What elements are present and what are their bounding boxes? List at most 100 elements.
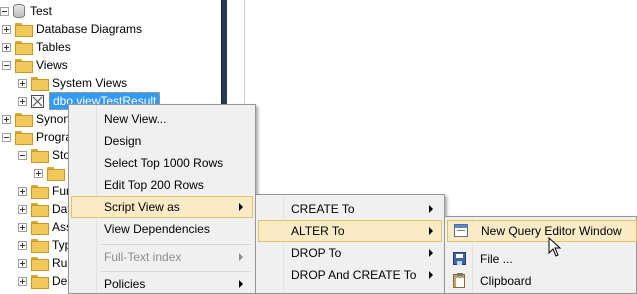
tree-node-programmability[interactable]: Progra	[2, 128, 72, 146]
expand-icon[interactable]	[18, 186, 27, 196]
menu-item-drop-to[interactable]: DROP To	[258, 242, 442, 264]
tree-node-test[interactable]: Test	[0, 2, 52, 20]
expand-icon[interactable]	[18, 78, 27, 88]
submenu-arrow-icon	[239, 203, 243, 211]
expand-icon[interactable]	[2, 24, 11, 34]
tree-node-database-diagrams[interactable]: Database Diagrams	[2, 20, 142, 38]
tree-node-label: Views	[36, 58, 68, 72]
tree-node-label: De	[52, 274, 68, 288]
folder-icon	[15, 131, 33, 145]
menu-item-select-top-1000[interactable]: Select Top 1000 Rows	[71, 152, 253, 174]
folder-icon	[15, 41, 33, 55]
expand-icon[interactable]	[18, 276, 27, 286]
menu-item-label: Design	[104, 134, 142, 148]
tree-node-stored-procedures[interactable]: Sto	[18, 146, 70, 164]
collapse-icon[interactable]	[0, 6, 9, 16]
tree-node-views[interactable]: Views	[2, 56, 68, 74]
menu-item-new-query-editor-window[interactable]: New Query Editor Window	[447, 220, 637, 242]
tree-node-label: Ru	[52, 256, 68, 270]
tree-node-defaults[interactable]: De	[18, 272, 67, 290]
context-menu: New View... Design Select Top 1000 Rows …	[68, 104, 256, 294]
folder-icon	[15, 23, 33, 37]
folder-icon	[31, 149, 49, 163]
expand-icon[interactable]	[18, 96, 27, 106]
tree-node-assemblies[interactable]: Ass	[18, 218, 72, 236]
tree-node-label: System Views	[52, 76, 128, 90]
folder-icon	[47, 167, 65, 181]
folder-icon	[31, 185, 49, 199]
menu-item-full-text-index: Full-Text index	[71, 246, 253, 268]
tree-node-database-triggers[interactable]: Dat	[18, 200, 71, 218]
submenu-arrow-icon	[239, 280, 243, 288]
menu-separator	[101, 271, 251, 272]
menu-item-policies[interactable]: Policies	[71, 273, 253, 294]
submenu-arrow-icon	[239, 253, 243, 261]
folder-icon	[31, 257, 49, 271]
tree-node-label: Database Diagrams	[36, 22, 143, 36]
database-icon	[13, 4, 25, 18]
menu-item-label: View Dependencies	[104, 222, 210, 236]
tree-node-label: Progra	[36, 130, 73, 144]
folder-icon	[31, 239, 49, 253]
menu-item-file[interactable]: File ...	[447, 248, 637, 270]
tree-node-rules[interactable]: Ru	[18, 254, 67, 272]
submenu-arrow-icon	[429, 271, 433, 279]
tree-node-tables[interactable]: Tables	[2, 38, 71, 56]
menu-item-script-view-as[interactable]: Script View as	[71, 196, 253, 218]
query-window-icon	[454, 224, 468, 237]
menu-item-label: Edit Top 200 Rows	[104, 178, 204, 192]
menu-item-label: Policies	[104, 277, 146, 291]
collapse-icon[interactable]	[2, 60, 11, 70]
alter-to-submenu: New Query Editor Window File ... Clipboa…	[444, 216, 637, 294]
menu-item-label: Clipboard	[480, 274, 532, 288]
menu-item-drop-and-create-to[interactable]: DROP And CREATE To	[258, 264, 442, 286]
submenu-arrow-icon	[429, 227, 433, 235]
folder-icon	[31, 77, 49, 91]
menu-item-create-to[interactable]: CREATE To	[258, 198, 442, 220]
folder-icon	[31, 275, 49, 289]
submenu-arrow-icon	[429, 205, 433, 213]
clipboard-icon	[453, 273, 465, 288]
expand-icon[interactable]	[18, 258, 27, 268]
menu-item-clipboard[interactable]: Clipboard	[447, 270, 637, 292]
menu-item-label: Script View as	[104, 200, 180, 214]
tree-node-system-views[interactable]: System Views	[18, 74, 127, 92]
menu-item-design[interactable]: Design	[71, 130, 253, 152]
save-icon	[453, 252, 466, 265]
collapse-icon[interactable]	[18, 150, 27, 160]
mouse-pointer-icon	[548, 237, 562, 257]
folder-icon	[31, 203, 49, 217]
menu-item-label: ALTER To	[291, 224, 345, 238]
tree-node-synonyms[interactable]: Synony	[2, 110, 76, 128]
menu-item-label: Select Top 1000 Rows	[104, 156, 224, 170]
tree-node-functions[interactable]: Fun	[18, 182, 73, 200]
menu-item-label: CREATE To	[291, 202, 355, 216]
expand-icon[interactable]	[18, 240, 27, 250]
expand-icon[interactable]	[18, 222, 27, 232]
folder-icon	[15, 113, 33, 127]
submenu-arrow-icon	[429, 249, 433, 257]
menu-separator	[101, 244, 251, 245]
expand-icon[interactable]	[2, 42, 11, 52]
script-view-as-submenu: CREATE To ALTER To DROP To DROP And CREA…	[255, 194, 445, 294]
menu-item-label: Full-Text index	[104, 250, 182, 264]
menu-item-label: DROP And CREATE To	[291, 268, 417, 282]
tree-node-types[interactable]: Typ	[18, 236, 71, 254]
tree-node-label: Test	[30, 4, 53, 18]
tree-node-child-folder[interactable]	[34, 164, 68, 182]
menu-item-new-view[interactable]: New View...	[71, 108, 253, 130]
menu-item-view-dependencies[interactable]: View Dependencies	[71, 218, 253, 240]
folder-icon	[31, 221, 49, 235]
expand-icon[interactable]	[2, 114, 11, 124]
menu-item-edit-top-200[interactable]: Edit Top 200 Rows	[71, 174, 253, 196]
expand-icon[interactable]	[34, 168, 43, 178]
menu-item-label: New View...	[104, 112, 167, 126]
tree-node-label: Tables	[36, 40, 71, 54]
expand-icon[interactable]	[18, 204, 27, 214]
menu-item-label: File ...	[480, 252, 513, 266]
folder-icon	[15, 59, 33, 73]
collapse-icon[interactable]	[2, 132, 11, 142]
view-icon	[31, 94, 44, 108]
menu-item-alter-to[interactable]: ALTER To	[258, 220, 442, 242]
menu-item-label: DROP To	[291, 246, 342, 260]
